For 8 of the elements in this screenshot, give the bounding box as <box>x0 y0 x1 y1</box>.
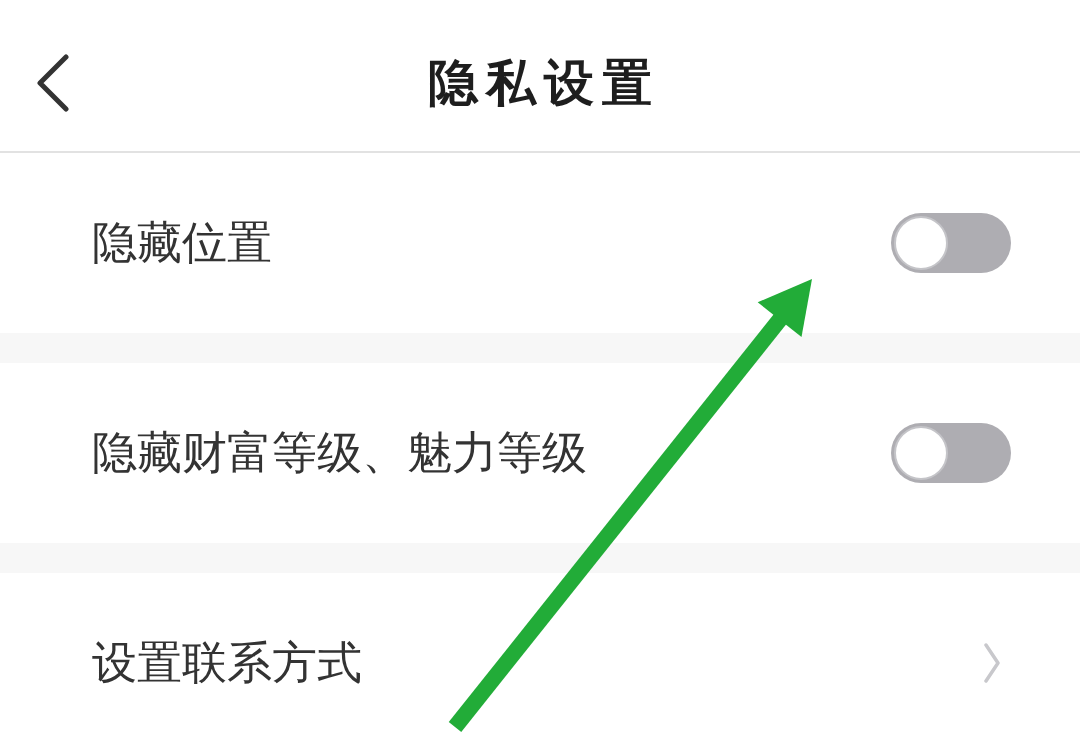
toggle-switch[interactable] <box>891 213 1011 273</box>
back-chevron-icon <box>36 54 70 112</box>
page-title: 隐私设置 <box>427 52 660 113</box>
setting-label: 设置联系方式 <box>92 636 362 690</box>
setting-label: 隐藏财富等级、魅力等级 <box>92 426 587 480</box>
chevron-right-icon <box>984 643 1000 683</box>
setting-label: 隐藏位置 <box>92 216 272 270</box>
toggle-switch[interactable] <box>891 423 1011 483</box>
